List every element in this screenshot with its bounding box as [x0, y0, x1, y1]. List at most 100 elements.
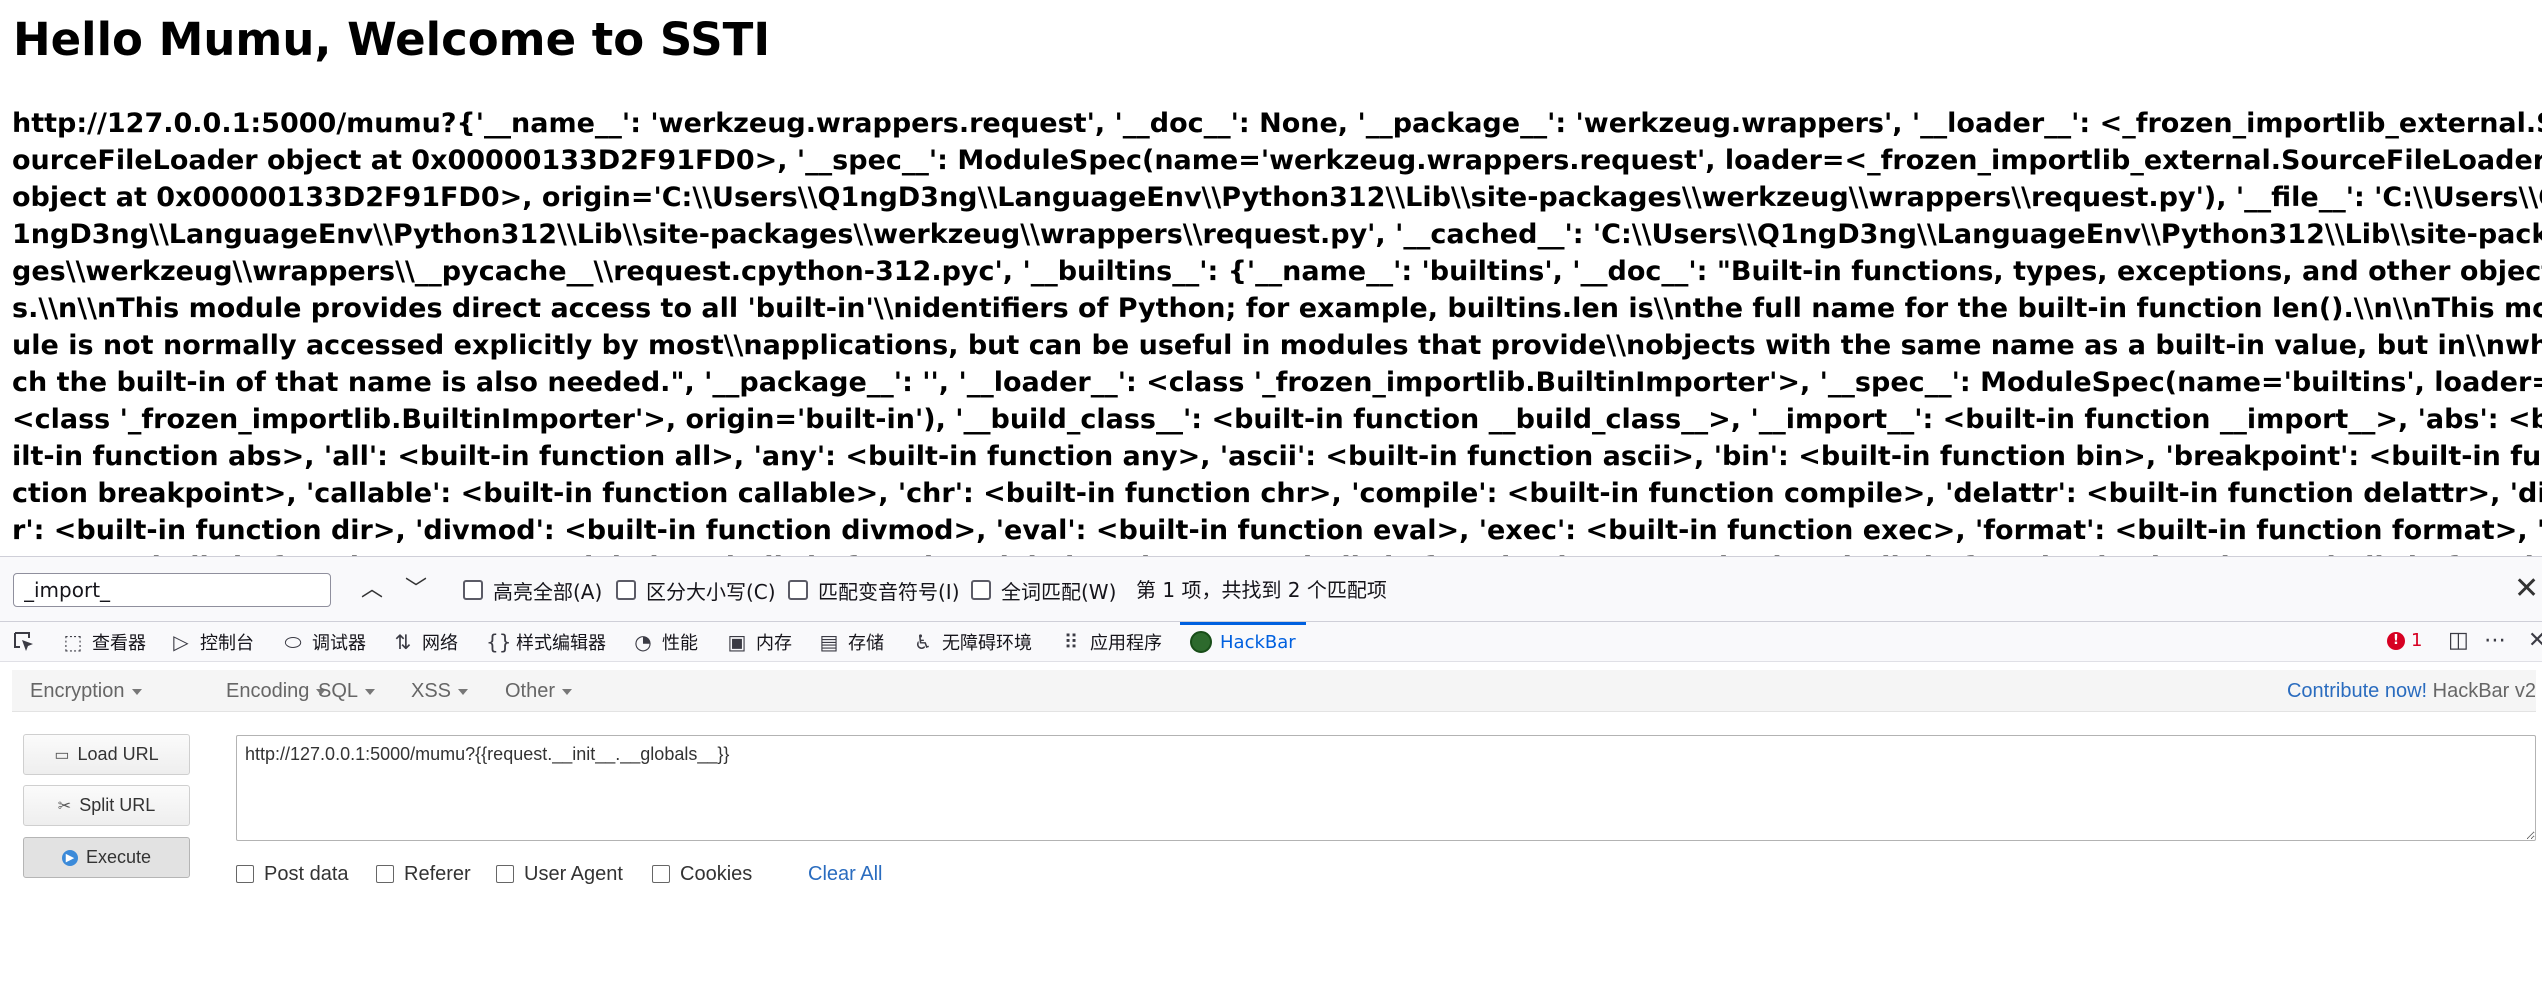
accessibility-icon: ♿	[914, 630, 932, 654]
execute-button[interactable]: ▶ Execute	[23, 837, 190, 878]
tab-hackbar[interactable]: HackBar	[1180, 622, 1306, 662]
referer-label: Referer	[404, 862, 471, 885]
devtools-close-icon[interactable]: ✕	[2528, 628, 2542, 653]
tab-performance[interactable]: ◔ 性能	[632, 622, 698, 662]
find-bar: ︿ ﹀ 高亮全部(A) 区分大小写(C) 匹配变音符号(I) 全词匹配(W) 第…	[0, 556, 2542, 622]
menu-sql[interactable]: SQL	[318, 670, 376, 712]
load-url-button[interactable]: ▭ Load URL	[23, 734, 190, 775]
tab-label: 无障碍环境	[942, 633, 1032, 654]
url-textarea[interactable]: http://127.0.0.1:5000/mumu?{{request.__i…	[236, 735, 2536, 841]
tab-label: 网络	[422, 633, 458, 654]
split-url-label: Split URL	[79, 795, 156, 815]
menu-label: Other	[505, 680, 556, 702]
hackbar-panel: Encryption Encoding SQL XSS Other Contri…	[0, 662, 2542, 985]
dock-side-icon[interactable]: ◫	[2448, 628, 2469, 653]
hackbar-menubar: Encryption Encoding SQL XSS Other Contri…	[12, 670, 2536, 712]
tab-network[interactable]: ⇅ 网络	[392, 622, 458, 662]
highlight-all-label: 高亮全部(A)	[493, 579, 603, 604]
cookies-checkbox[interactable]: Cookies	[652, 861, 752, 887]
checkbox-box	[616, 580, 636, 600]
tab-label: HackBar	[1220, 631, 1296, 653]
scissors-icon: ✂	[57, 797, 72, 815]
checkbox-box	[971, 580, 991, 600]
tab-memory[interactable]: ▣ 内存	[726, 622, 792, 662]
menu-encoding[interactable]: Encoding	[226, 670, 327, 712]
tab-console[interactable]: ▷ 控制台	[170, 622, 254, 662]
checkbox-box	[236, 865, 254, 883]
tab-storage[interactable]: ▤ 存储	[818, 622, 884, 662]
find-next-button[interactable]: ﹀	[399, 573, 433, 607]
checkbox-box	[463, 580, 483, 600]
find-status: 第 1 项，共找到 2 个匹配项	[1136, 578, 1387, 602]
split-url-button[interactable]: ✂ Split URL	[23, 785, 190, 826]
tab-label: 应用程序	[1090, 633, 1162, 654]
menu-label: SQL	[318, 680, 359, 702]
find-previous-button[interactable]: ︿	[355, 573, 389, 607]
network-icon: ⇅	[394, 630, 412, 654]
find-input[interactable]	[13, 573, 331, 607]
load-url-icon: ▭	[54, 746, 70, 764]
style-editor-icon: {}	[486, 630, 512, 654]
menu-encryption[interactable]: Encryption	[30, 670, 142, 712]
tab-label: 样式编辑器	[516, 633, 606, 654]
ssti-output-text: http://127.0.0.1:5000/mumu?{'__name__': …	[12, 108, 2542, 556]
tab-debugger[interactable]: ⬭ 调试器	[282, 622, 366, 662]
clear-all-link[interactable]: Clear All	[808, 861, 882, 887]
application-icon: ⠿	[1063, 630, 1079, 654]
checkbox-box	[652, 865, 670, 883]
debugger-icon: ⬭	[284, 630, 302, 654]
tab-label: 查看器	[92, 633, 146, 654]
page-heading: Hello Mumu, Welcome to SSTI	[13, 13, 771, 66]
dropdown-caret-icon	[458, 688, 469, 695]
whole-words-checkbox[interactable]: 全词匹配(W)	[971, 577, 1117, 604]
execute-label: Execute	[85, 847, 152, 867]
hackbar-icon	[1190, 631, 1212, 653]
post-data-checkbox[interactable]: Post data	[236, 861, 349, 887]
tab-label: 控制台	[200, 633, 254, 654]
load-url-label: Load URL	[77, 744, 159, 764]
checkbox-box	[788, 580, 808, 600]
menu-label: Encoding	[226, 680, 310, 702]
tab-application[interactable]: ⠿ 应用程序	[1060, 622, 1162, 662]
page-content: Hello Mumu, Welcome to SSTI http://127.0…	[0, 0, 2542, 556]
element-picker-icon[interactable]	[12, 630, 36, 654]
error-count-badge[interactable]: ! 1	[2387, 630, 2422, 651]
whole-words-label: 全词匹配(W)	[1001, 579, 1117, 604]
performance-icon: ◔	[634, 630, 652, 654]
inspector-icon: ⬚	[63, 630, 83, 654]
cookies-label: Cookies	[680, 862, 753, 885]
tab-style-editor[interactable]: {} 样式编辑器	[486, 622, 606, 662]
menu-label: XSS	[411, 680, 452, 702]
menu-other[interactable]: Other	[505, 670, 573, 712]
user-agent-checkbox[interactable]: User Agent	[496, 861, 623, 887]
tab-accessibility[interactable]: ♿ 无障碍环境	[912, 622, 1032, 662]
match-case-checkbox[interactable]: 区分大小写(C)	[616, 577, 776, 604]
devtools-toolbar: ⬚ 查看器 ▷ 控制台 ⬭ 调试器 ⇅ 网络 {} 样式编辑器 ◔ 性能 ▣ 内…	[0, 622, 2542, 662]
play-icon: ▶	[61, 849, 78, 866]
hackbar-version: HackBar v2	[2432, 680, 2536, 702]
user-agent-label: User Agent	[524, 862, 623, 885]
dropdown-caret-icon	[365, 688, 376, 695]
tab-label: 性能	[662, 633, 698, 654]
error-count: 1	[2411, 630, 2423, 651]
match-diacritics-checkbox[interactable]: 匹配变音符号(I)	[788, 577, 960, 604]
tab-label: 存储	[848, 633, 884, 654]
referer-checkbox[interactable]: Referer	[376, 861, 471, 887]
highlight-all-checkbox[interactable]: 高亮全部(A)	[463, 577, 603, 604]
error-icon: !	[2387, 631, 2405, 650]
menu-label: Encryption	[30, 680, 125, 702]
contribute-link[interactable]: Contribute now!	[2287, 680, 2427, 702]
dropdown-caret-icon	[562, 688, 573, 695]
match-diacritics-label: 匹配变音符号(I)	[818, 579, 960, 604]
tab-label: 内存	[756, 633, 792, 654]
memory-icon: ▣	[727, 630, 747, 654]
storage-icon: ▤	[819, 630, 839, 654]
find-close-icon[interactable]: ✕	[2514, 571, 2539, 607]
console-icon: ▷	[173, 630, 189, 654]
contribute-area: Contribute now! HackBar v2	[2287, 670, 2536, 712]
dropdown-caret-icon	[131, 688, 142, 695]
menu-xss[interactable]: XSS	[411, 670, 469, 712]
tab-inspector[interactable]: ⬚ 查看器	[62, 622, 146, 662]
checkbox-box	[376, 865, 394, 883]
more-options-icon[interactable]: ⋯	[2484, 628, 2506, 653]
